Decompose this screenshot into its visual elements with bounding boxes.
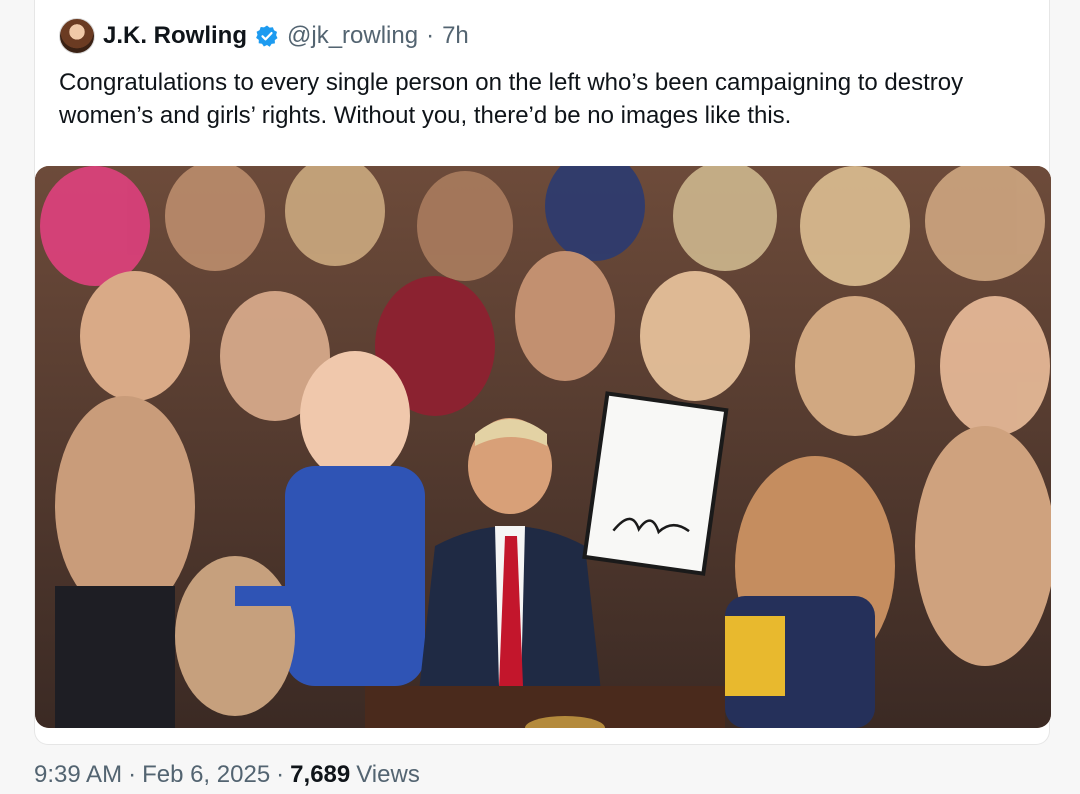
tweet-text: Congratulations to every single person o… [59, 69, 964, 129]
relative-timestamp[interactable]: 7h [442, 22, 469, 50]
profile-avatar[interactable] [59, 18, 95, 54]
tweet-card: J.K. Rowling @jk_rowling · 7h Congratula… [34, 0, 1051, 745]
tweet-header: J.K. Rowling @jk_rowling · 7h [59, 14, 469, 58]
footer-separator: · [128, 761, 137, 788]
author-display-name[interactable]: J.K. Rowling [103, 22, 247, 50]
views-count[interactable]: 7,689 [290, 761, 350, 789]
tweet-photo[interactable] [35, 166, 1051, 728]
footer-separator-2: · [276, 761, 285, 788]
author-handle[interactable]: @jk_rowling [287, 22, 418, 50]
views-label: Views [356, 761, 420, 788]
tweet-footer: 9:39 AM · Feb 6, 2025 · 7,689 Views [34, 760, 420, 790]
post-date[interactable]: Feb 6, 2025 [142, 761, 270, 789]
post-time[interactable]: 9:39 AM [34, 761, 122, 789]
time-separator: · [426, 22, 435, 49]
photo-illustration [35, 166, 1051, 728]
verified-badge-icon [255, 24, 279, 48]
